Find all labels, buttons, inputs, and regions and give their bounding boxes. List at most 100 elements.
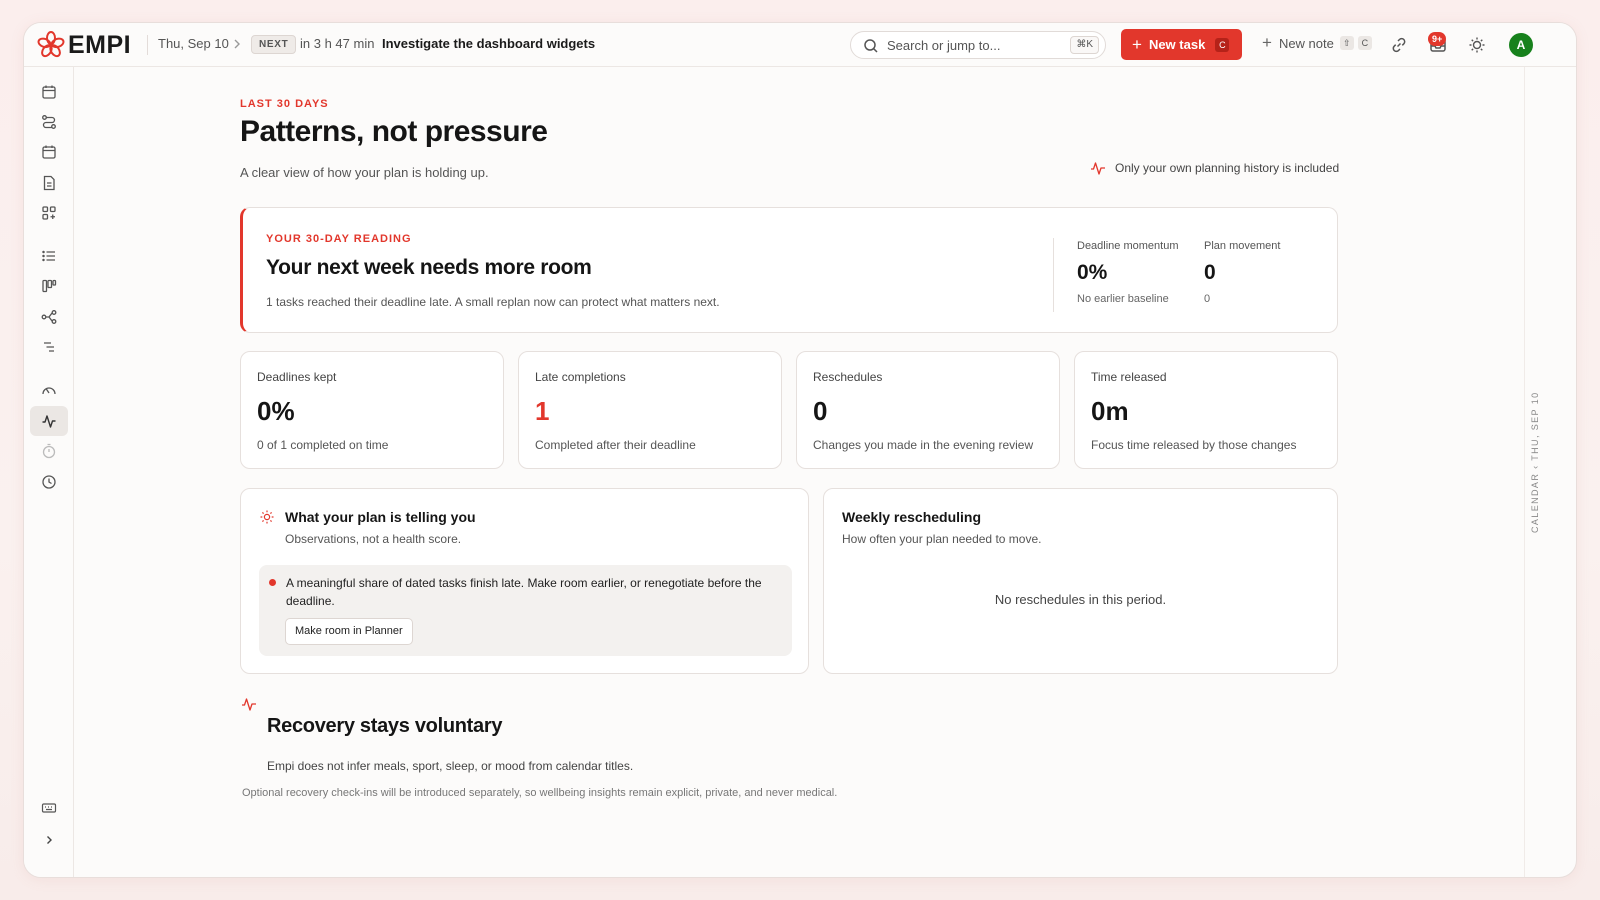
stat-sub: Focus time released by those changes — [1091, 438, 1297, 452]
stat-value: 0 — [813, 396, 828, 426]
sidebar-item-board[interactable] — [30, 271, 68, 301]
sidebar-item-gauge[interactable] — [30, 375, 68, 405]
recovery-title: Recovery stays voluntary — [267, 715, 503, 737]
apps-icon — [42, 206, 56, 220]
next-badge: NEXT — [251, 35, 297, 54]
metric-sub: No earlier baseline — [1077, 293, 1169, 305]
stat-card-reschedules: Reschedules 0 Changes you made in the ev… — [796, 351, 1060, 469]
new-note-button[interactable]: + New note ⇧ C — [1262, 33, 1372, 52]
timer-icon — [42, 443, 56, 459]
sidebar-item-timer[interactable] — [30, 436, 68, 466]
sidebar-item-history[interactable] — [30, 467, 68, 497]
page-subtitle: A clear view of how your plan is holding… — [240, 165, 489, 180]
sidebar-item-list[interactable] — [30, 241, 68, 271]
insight-card: What your plan is telling you Observatio… — [240, 488, 809, 674]
empi-logo-icon — [37, 31, 65, 58]
sidebar-item-flow[interactable] — [30, 302, 68, 332]
reading-eyebrow: YOUR 30-DAY READING — [266, 233, 412, 245]
notification-badge: 9+ — [1428, 32, 1447, 46]
sidebar-item-notes[interactable] — [30, 168, 68, 198]
plus-icon: + — [1132, 34, 1142, 54]
activity-icon — [42, 415, 56, 428]
new-task-shortcut: C — [1215, 37, 1230, 52]
sidebar-item-calendar[interactable] — [30, 77, 68, 107]
recovery-note: Optional recovery check-ins will be intr… — [242, 787, 838, 799]
sidebar-item-outline[interactable] — [30, 332, 68, 362]
sidebar-item-shortcuts[interactable] — [30, 793, 68, 823]
activity-icon — [242, 698, 256, 711]
reading-card: YOUR 30-DAY READING Your next week needs… — [240, 207, 1338, 333]
activity-icon — [1091, 162, 1105, 175]
new-note-shortcut-key: C — [1357, 36, 1372, 50]
insight-observation: A meaningful share of dated tasks finish… — [259, 565, 792, 656]
stat-sub: Completed after their deadline — [535, 438, 696, 452]
calendar-rail-label[interactable]: CALENDAR ‹ THU, SEP 10 — [1530, 387, 1542, 537]
page-eyebrow: LAST 30 DAYS — [240, 98, 329, 110]
sun-icon — [260, 510, 274, 524]
link-icon[interactable] — [1389, 35, 1409, 55]
next-task-title[interactable]: Investigate the dashboard widgets — [382, 36, 595, 51]
avatar[interactable]: A — [1509, 33, 1533, 57]
sidebar-item-schedule[interactable] — [30, 137, 68, 167]
stat-card-late-completions: Late completions 1 Completed after their… — [518, 351, 782, 469]
document-icon — [43, 175, 55, 191]
stat-value: 0% — [257, 396, 295, 426]
sidebar-item-apps[interactable] — [30, 198, 68, 228]
routes-icon — [42, 115, 56, 129]
stat-label: Deadlines kept — [257, 370, 337, 384]
keyboard-icon — [41, 803, 57, 813]
outline-icon — [44, 342, 54, 352]
list-icon — [42, 250, 55, 262]
privacy-note-text: Only your own planning history is includ… — [1115, 161, 1340, 175]
sidebar-item-routes[interactable] — [30, 107, 68, 137]
sidebar-expand-button[interactable] — [30, 825, 68, 855]
plus-icon: + — [1262, 33, 1272, 52]
alert-dot-icon — [269, 579, 276, 586]
weekly-subtitle: How often your plan needed to move. — [842, 532, 1042, 546]
theme-sun-icon[interactable] — [1467, 35, 1487, 55]
metric-sub: 0 — [1204, 293, 1211, 305]
weekly-title: Weekly rescheduling — [842, 509, 982, 525]
chevron-right-icon — [234, 39, 240, 49]
logo-text: EMPI — [68, 31, 132, 59]
metric-label: Plan movement — [1204, 240, 1281, 252]
divider — [1053, 238, 1054, 312]
search-input[interactable]: Search or jump to... ⌘K — [850, 31, 1106, 59]
board-icon — [42, 279, 57, 293]
metric-label: Deadline momentum — [1077, 240, 1179, 252]
deadline-momentum: Deadline momentum 0% No earlier baseline — [1077, 240, 1179, 305]
chevron-right-icon — [47, 836, 52, 844]
plan-movement: Plan movement 0 0 — [1204, 240, 1280, 305]
new-task-button[interactable]: + New task C — [1121, 29, 1242, 60]
reading-description: 1 tasks reached their deadline late. A s… — [266, 295, 720, 309]
new-task-label: New task — [1148, 37, 1206, 52]
current-date[interactable]: Thu, Sep 10 — [158, 36, 229, 51]
stat-sub: 0 of 1 completed on time — [257, 438, 389, 452]
insight-message: A meaningful share of dated tasks finish… — [286, 576, 762, 608]
stat-label: Time released — [1091, 370, 1167, 384]
search-placeholder: Search or jump to... — [887, 38, 1001, 53]
insight-title: What your plan is telling you — [285, 509, 476, 525]
stat-card-deadlines-kept: Deadlines kept 0% 0 of 1 completed on ti… — [240, 351, 504, 469]
calendar-icon — [42, 85, 56, 99]
make-room-button[interactable]: Make room in Planner — [285, 618, 413, 645]
logo[interactable]: EMPI — [36, 30, 131, 60]
metric-value: 0% — [1077, 261, 1108, 284]
top-bar: EMPI Thu, Sep 10 NEXT in 3 h 47 min Inve… — [24, 23, 1576, 67]
recovery-description: Empi does not infer meals, sport, sleep,… — [267, 759, 634, 773]
stat-card-time-released: Time released 0m Focus time released by … — [1074, 351, 1338, 469]
search-shortcut: ⌘K — [1070, 36, 1099, 54]
sidebar-item-activity[interactable] — [30, 406, 68, 436]
new-note-shortcut-shift: ⇧ — [1339, 36, 1354, 50]
clock-icon — [42, 475, 56, 489]
weekly-rescheduling-card: Weekly rescheduling How often your plan … — [823, 488, 1338, 674]
calendar-alt-icon — [42, 145, 56, 159]
insight-subtitle: Observations, not a health score. — [285, 532, 462, 546]
search-icon — [864, 39, 878, 53]
divider — [147, 35, 148, 55]
stat-value: 0m — [1091, 396, 1129, 426]
new-note-label: New note — [1278, 35, 1334, 51]
page-title: Patterns, not pressure — [240, 115, 548, 148]
privacy-note: Only your own planning history is includ… — [1090, 161, 1339, 175]
stat-value: 1 — [535, 396, 550, 426]
